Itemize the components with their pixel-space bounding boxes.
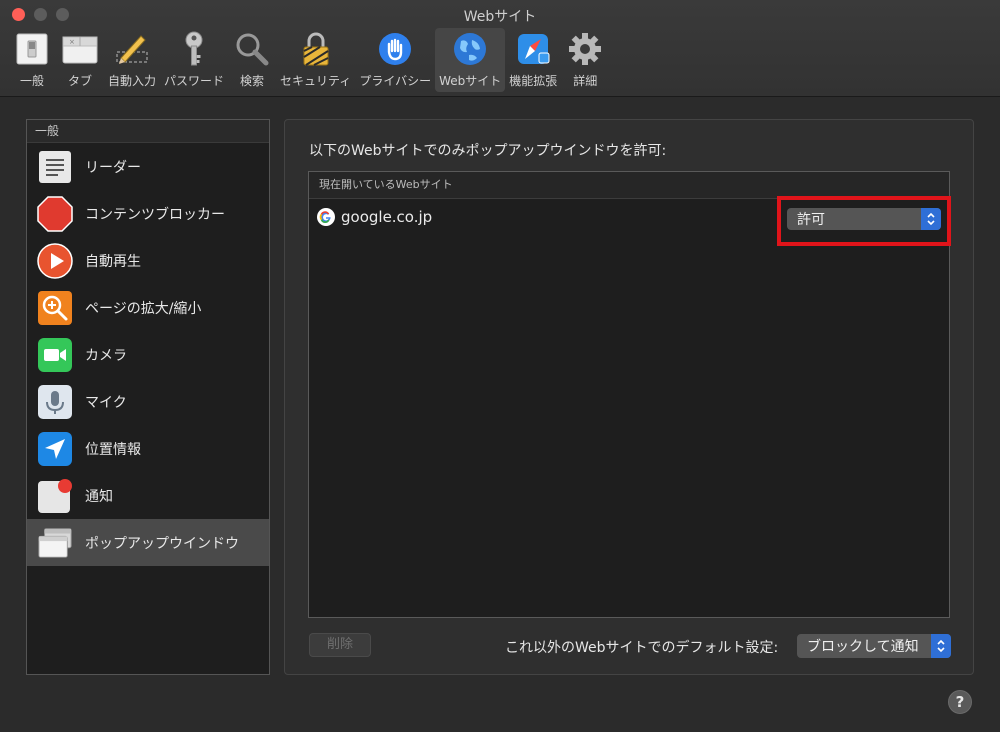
chevron-updown-icon [931,634,951,658]
sidebar-item-popup-windows[interactable]: ポップアップウインドウ [27,519,269,566]
sidebar-item-camera[interactable]: カメラ [27,331,269,378]
sidebar-item-microphone[interactable]: マイク [27,378,269,425]
sidebar-item-content-blockers[interactable]: コンテンツブロッカー [27,190,269,237]
preferences-toolbar: 一般 × タブ 自動入力 パスワード 検索 セキュリティ プライバシー Webサ… [8,28,609,92]
toolbar-label: 機能拡張 [509,74,558,88]
svg-text:×: × [69,38,75,46]
site-name: google.co.jp [341,208,433,226]
gear-icon [565,30,605,68]
site-cell: google.co.jp [317,208,432,226]
window-title: Webサイト [463,9,537,25]
sidebar-item-page-zoom[interactable]: ページの拡大/縮小 [27,284,269,331]
highlight-annotation [777,196,951,246]
sidebar-section-header: 一般 [27,120,269,143]
location-icon [37,431,73,467]
sidebar-item-autoplay[interactable]: 自動再生 [27,237,269,284]
sidebar-item-label: 自動再生 [85,253,141,270]
notification-icon [37,478,73,514]
sidebar-item-label: カメラ [85,347,127,364]
toolbar-item-extensions[interactable]: 機能拡張 [505,28,561,92]
toolbar-item-security[interactable]: セキュリティ [276,28,355,92]
title-bar: Webサイト 一般 × タブ 自動入力 パスワード 検索 セキュリティ プライバ… [0,0,1000,97]
toolbar-label: Webサイト [439,74,502,88]
switch-icon [12,30,52,68]
magnifier-icon [232,30,272,68]
compass-icon [513,30,553,68]
sidebar-item-notifications[interactable]: 通知 [27,472,269,519]
camera-icon [37,337,73,373]
popup-settings-panel: 以下のWebサイトでのみポップアップウインドウを許可: 現在開いているWebサイ… [284,119,974,675]
toolbar-label: タブ [67,74,92,88]
toolbar-item-tabs[interactable]: × タブ [56,28,104,92]
sidebar-item-label: ページの拡大/縮小 [85,300,202,317]
toolbar-item-advanced[interactable]: 詳細 [561,28,609,92]
reader-icon [37,149,73,185]
play-icon [37,242,73,279]
toolbar-item-websites[interactable]: Webサイト [435,28,506,92]
google-icon [317,208,335,226]
zoom-icon [37,290,73,326]
sidebar-item-location[interactable]: 位置情報 [27,425,269,472]
sidebar-item-label: 通知 [85,488,113,505]
sidebar-item-label: マイク [85,394,127,411]
popup-window-icon [37,525,73,561]
sidebar-item-label: ポップアップウインドウ [85,535,239,552]
panel-heading: 以下のWebサイトでのみポップアップウインドウを許可: [309,143,667,159]
help-button[interactable]: ? [948,690,972,714]
toolbar-label: パスワード [164,74,225,88]
globe-icon [450,30,490,68]
pencil-icon [112,30,152,68]
stop-sign-icon [37,195,73,232]
sidebar-item-label: リーダー [85,159,141,176]
toolbar-label: 一般 [19,74,44,88]
sidebar-item-reader[interactable]: リーダー [27,143,269,190]
key-icon [174,30,214,68]
tabs-icon: × [60,30,100,68]
remove-button[interactable]: 削除 [309,633,371,657]
toolbar-label: 検索 [240,74,265,88]
settings-sidebar: 一般 リーダー コンテンツブロッカー 自動再生 ページの拡大/縮小 カメラ マイ… [26,119,270,675]
default-setting-value: ブロックして通知 [807,639,919,655]
sidebar-item-label: コンテンツブロッカー [85,206,225,223]
toolbar-item-passwords[interactable]: パスワード [160,28,228,92]
table-header: 現在開いているWebサイト [309,172,949,199]
toolbar-label: セキュリティ [280,74,352,88]
default-setting-select[interactable]: ブロックして通知 [797,634,951,658]
lock-icon [296,30,336,68]
toolbar-label: プライバシー [359,74,432,88]
sidebar-item-label: 位置情報 [85,441,141,458]
toolbar-item-autofill[interactable]: 自動入力 [104,28,160,92]
toolbar-item-privacy[interactable]: プライバシー [355,28,435,92]
toolbar-label: 自動入力 [108,74,157,88]
toolbar-label: 詳細 [573,74,598,88]
toolbar-item-search[interactable]: 検索 [228,28,276,92]
toolbar-item-general[interactable]: 一般 [8,28,56,92]
hand-icon [375,30,415,68]
microphone-icon [37,384,73,420]
default-setting-label: これ以外のWebサイトでのデフォルト設定: [505,640,779,656]
